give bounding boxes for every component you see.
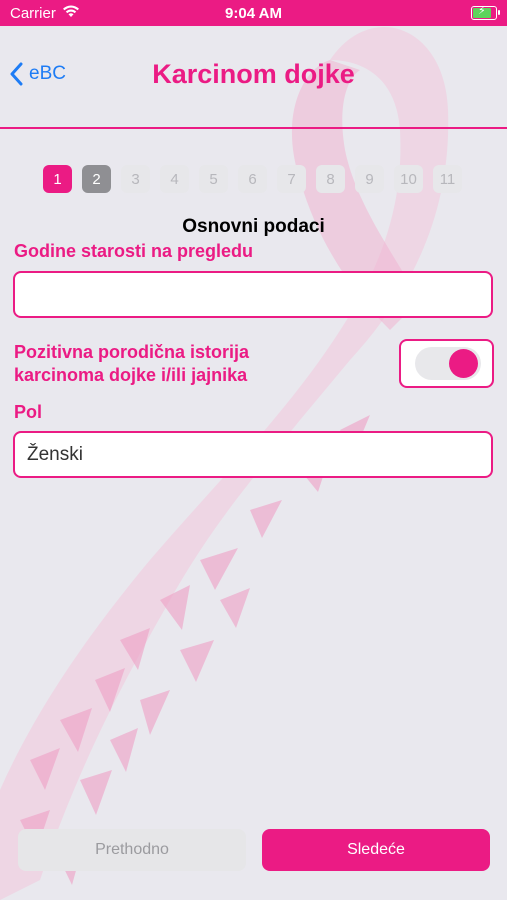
- status-bar: Carrier 9:04 AM ⚡: [0, 0, 507, 26]
- age-input[interactable]: [13, 271, 493, 318]
- page-title: Karcinom dojke: [152, 59, 355, 89]
- nav-divider: [0, 127, 507, 129]
- family-history-label-line2: karcinoma dojke i/ili jajnika: [14, 365, 248, 385]
- previous-button[interactable]: Prethodno: [18, 829, 246, 871]
- step-7[interactable]: 7: [277, 165, 306, 193]
- age-label: Godine starosti na pregledu: [14, 241, 254, 261]
- step-6[interactable]: 6: [238, 165, 267, 193]
- family-history-toggle[interactable]: [415, 347, 481, 380]
- battery-icon: ⚡: [471, 5, 500, 20]
- step-10[interactable]: 10: [394, 165, 423, 193]
- step-2[interactable]: 2: [82, 165, 111, 193]
- step-1[interactable]: 1: [43, 165, 72, 193]
- family-history-label: Pozitivna porodična istorija karcinoma d…: [14, 341, 249, 387]
- status-time: 9:04 AM: [225, 5, 282, 22]
- family-history-toggle-container: [399, 339, 494, 388]
- step-11[interactable]: 11: [433, 165, 462, 193]
- section-title: Osnovni podaci: [182, 216, 325, 237]
- step-5[interactable]: 5: [199, 165, 228, 193]
- sex-select[interactable]: Ženski: [13, 431, 493, 478]
- step-4[interactable]: 4: [160, 165, 189, 193]
- step-8[interactable]: 8: [316, 165, 345, 193]
- family-history-label-line1: Pozitivna porodična istorija: [14, 342, 250, 362]
- next-button[interactable]: Sledeće: [262, 829, 490, 871]
- step-9[interactable]: 9: [355, 165, 384, 193]
- step-3[interactable]: 3: [121, 165, 150, 193]
- sex-value: Ženski: [27, 443, 83, 465]
- toggle-knob: [449, 349, 478, 378]
- sex-label: Pol: [14, 402, 43, 422]
